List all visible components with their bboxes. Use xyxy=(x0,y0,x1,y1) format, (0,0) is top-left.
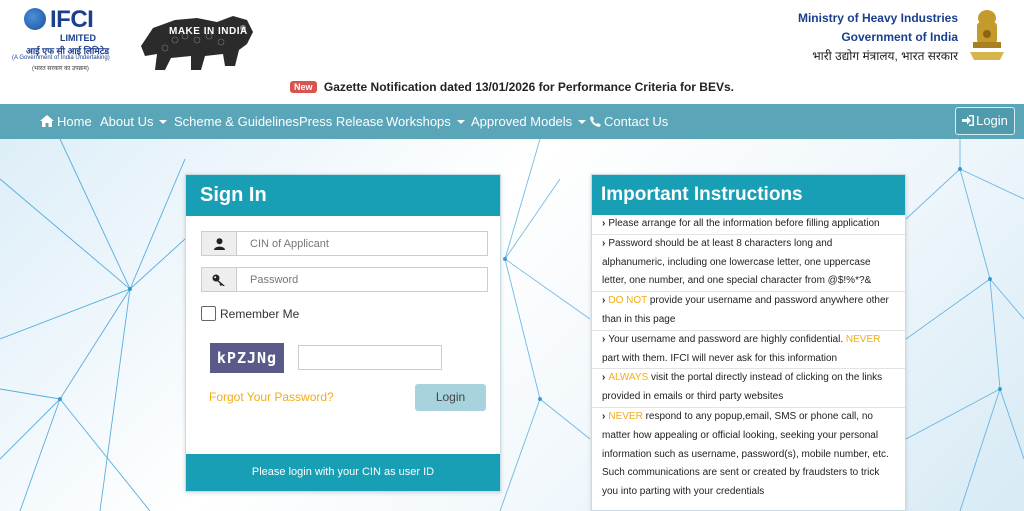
key-icon xyxy=(202,268,237,291)
instructions-card: Important Instructions › Please arrange f… xyxy=(591,174,906,511)
instruction-text: Please arrange for all the information b… xyxy=(608,218,880,229)
chevron-down-icon xyxy=(456,120,465,124)
cin-field[interactable] xyxy=(201,231,488,256)
instruction-highlight: ALWAYS xyxy=(608,372,649,384)
instructions-list: › Please arrange for all the information … xyxy=(592,215,905,502)
remember-me-checkbox[interactable] xyxy=(201,306,216,321)
forgot-password-link[interactable]: Forgot Your Password? xyxy=(209,390,334,404)
instructions-title: Important Instructions xyxy=(592,175,905,215)
instruction-text: part with them. IFCI will never ask for … xyxy=(602,352,838,364)
nav-home-label: Home xyxy=(57,114,92,129)
nav-workshops-label: Workshops xyxy=(386,114,451,129)
make-in-india-lion-icon xyxy=(141,16,253,70)
ifci-logo-limited: LIMITED xyxy=(60,33,96,43)
ifci-logo-undertaking: (A Government of India Undertaking) xyxy=(12,55,110,61)
site-header: IFCI LIMITED आई एफ सी आई लिमिटेड (A Gove… xyxy=(0,0,1024,104)
government-name: Government of India xyxy=(841,30,958,44)
nav-home[interactable]: Home xyxy=(40,104,92,139)
instruction-text: respond to any popup,email, SMS or phone… xyxy=(602,410,889,498)
nav-press-release[interactable]: Press Release xyxy=(299,104,384,139)
remember-me-label: Remember Me xyxy=(220,306,300,321)
national-emblem-icon xyxy=(970,10,1004,60)
nav-press-label: Press Release xyxy=(299,114,384,129)
chevron-right-icon: › xyxy=(602,237,606,249)
nav-approved-models[interactable]: Approved Models xyxy=(471,104,587,139)
instruction-item: › Your username and password are highly c… xyxy=(592,331,905,370)
ifci-logo-undertaking-hindi: (भारत सरकार का उपक्रम) xyxy=(32,66,89,72)
nav-scheme-guidelines[interactable]: Scheme & Guidelines xyxy=(174,104,299,139)
password-input[interactable] xyxy=(238,268,487,291)
chevron-right-icon: › xyxy=(602,372,606,384)
nav-contact-label: Contact Us xyxy=(604,114,669,129)
user-icon xyxy=(202,232,237,255)
cin-input[interactable] xyxy=(238,232,487,255)
nav-scheme-label: Scheme & Guidelines xyxy=(174,114,300,129)
sign-in-title: Sign In xyxy=(186,175,500,216)
remember-me[interactable]: Remember Me xyxy=(201,306,299,321)
make-in-india-logo: MAKE IN INDIA xyxy=(135,6,260,78)
phone-icon xyxy=(590,116,601,127)
sign-in-icon xyxy=(962,115,975,126)
chevron-right-icon: › xyxy=(602,295,606,307)
new-badge: New xyxy=(290,81,317,93)
ifci-logo-name: IFCI xyxy=(50,6,94,33)
ministry-block: Ministry of Heavy Industries Government … xyxy=(798,9,958,66)
ifci-logo[interactable]: IFCI LIMITED आई एफ सी आई लिमिटेड (A Gove… xyxy=(10,6,110,72)
nav-login-button[interactable]: Login xyxy=(955,107,1015,135)
chevron-down-icon xyxy=(159,120,168,124)
sign-in-footer: Please login with your CIN as user ID xyxy=(186,454,500,491)
home-icon xyxy=(40,115,54,127)
chevron-right-icon: › xyxy=(602,218,606,229)
instruction-item: › Password should be at least 8 character… xyxy=(592,235,905,293)
instruction-item: › NEVER respond to any popup,email, SMS o… xyxy=(592,408,905,502)
captcha-image: kPZJNg xyxy=(210,343,284,373)
instruction-text: Your username and password are highly co… xyxy=(608,333,846,345)
chevron-right-icon: › xyxy=(602,410,606,422)
instruction-highlight: NEVER xyxy=(845,333,881,345)
nav-workshops[interactable]: Workshops xyxy=(386,104,465,139)
chevron-right-icon: › xyxy=(602,333,606,345)
nav-approved-label: Approved Models xyxy=(471,114,573,129)
instruction-highlight: NEVER xyxy=(608,410,643,422)
main-navbar: Home About Us Scheme & Guidelines Press … xyxy=(0,104,1024,139)
sign-in-card: Sign In Remember Me kPZJNg Forgot Your P… xyxy=(185,174,501,492)
login-submit-button[interactable]: Login xyxy=(415,384,486,411)
instruction-highlight: DO NOT xyxy=(608,295,648,307)
instruction-item: › DO NOT provide your username and passwo… xyxy=(592,292,905,331)
nav-about-us-label: About Us xyxy=(100,114,154,129)
instruction-text: Password should be at least 8 characters… xyxy=(602,237,872,287)
ministry-name: Ministry of Heavy Industries xyxy=(797,11,958,25)
ministry-hindi: भारी उद्योग मंत्रालय, भारत सरकार xyxy=(812,49,958,63)
instruction-item: › ALWAYS visit the portal directly instea… xyxy=(592,369,905,408)
make-in-india-text: MAKE IN INDIA xyxy=(169,26,248,37)
nav-login-label: Login xyxy=(976,113,1008,128)
password-field[interactable] xyxy=(201,267,488,292)
nav-contact-us[interactable]: Contact Us xyxy=(590,104,668,139)
gazette-notification-text[interactable]: Gazette Notification dated 13/01/2026 fo… xyxy=(324,80,734,94)
nav-about-us[interactable]: About Us xyxy=(100,104,168,139)
captcha-input[interactable] xyxy=(298,345,442,370)
ifci-globe-icon xyxy=(24,8,46,30)
instruction-item: › Please arrange for all the information … xyxy=(592,215,905,235)
chevron-down-icon xyxy=(578,120,587,124)
gazette-notification[interactable]: New Gazette Notification dated 13/01/202… xyxy=(0,80,1024,94)
